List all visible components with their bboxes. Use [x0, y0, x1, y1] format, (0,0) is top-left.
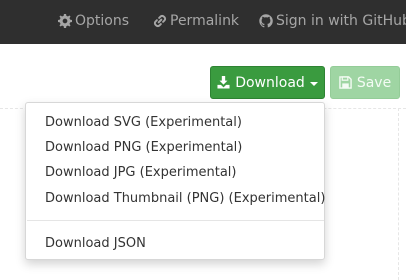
- nav-permalink-label: Permalink: [170, 13, 240, 29]
- menu-divider: [27, 220, 324, 221]
- download-icon: [217, 76, 230, 89]
- save-button-label: Save: [356, 74, 392, 91]
- nav-permalink-link[interactable]: Permalink: [153, 11, 239, 31]
- menu-item-download-thumbnail[interactable]: Download Thumbnail (PNG) (Experimental): [45, 188, 325, 210]
- menu-item-download-json[interactable]: Download JSON: [45, 233, 146, 255]
- nav-github-label: Sign in with GitHub: [276, 13, 406, 29]
- menu-item-download-jpg[interactable]: Download JPG (Experimental): [45, 162, 236, 184]
- top-navbar: Options Permalink Sign in with GitHub: [0, 0, 406, 44]
- menu-item-download-png[interactable]: Download PNG (Experimental): [45, 137, 242, 159]
- nav-github-signin-link[interactable]: Sign in with GitHub: [259, 11, 406, 31]
- download-dropdown-menu: Download SVG (Experimental) Download PNG…: [25, 102, 325, 260]
- download-button[interactable]: Download: [210, 66, 325, 99]
- gear-icon: [58, 14, 72, 28]
- github-icon: [259, 14, 273, 28]
- link-icon: [153, 14, 167, 28]
- menu-item-download-svg[interactable]: Download SVG (Experimental): [45, 112, 242, 134]
- caret-down-icon: [309, 81, 318, 86]
- download-button-label: Download: [235, 74, 305, 91]
- content-area-border-right: [398, 108, 399, 280]
- save-button[interactable]: Save: [330, 66, 400, 99]
- nav-options-link[interactable]: Options: [58, 11, 129, 31]
- floppy-disk-icon: [339, 76, 352, 89]
- nav-options-label: Options: [75, 13, 130, 29]
